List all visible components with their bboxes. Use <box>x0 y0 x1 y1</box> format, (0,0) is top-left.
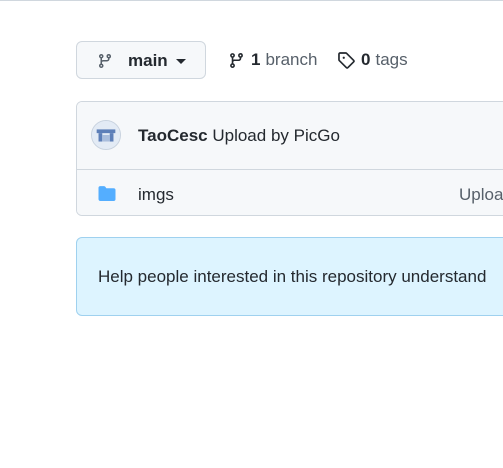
commit-message[interactable]: Upload by PicGo <box>212 126 340 145</box>
latest-commit-bar: TaoCesc Upload by PicGo <box>77 102 503 170</box>
file-commit-message[interactable]: Uploa <box>459 185 503 205</box>
branch-select-button[interactable]: main <box>76 41 206 79</box>
avatar[interactable] <box>91 120 121 150</box>
latest-commit: TaoCesc Upload by PicGo <box>138 126 340 146</box>
readme-prompt-text: Help people interested in this repositor… <box>98 267 487 286</box>
top-divider <box>0 0 503 1</box>
current-branch-name: main <box>128 51 168 70</box>
tag-label: tags <box>375 50 408 69</box>
avatar-image <box>92 121 120 149</box>
branch-label: branch <box>265 50 318 69</box>
file-browser: TaoCesc Upload by PicGo imgs Uploa <box>76 101 503 216</box>
git-branch-icon <box>230 52 243 68</box>
file-name-link[interactable]: imgs <box>138 185 174 205</box>
tag-count: 0 <box>361 50 371 69</box>
branch-count: 1 <box>251 50 261 69</box>
branches-link[interactable]: 1 branch <box>228 50 317 70</box>
commit-author[interactable]: TaoCesc <box>138 126 208 145</box>
file-row[interactable]: imgs Uploa <box>77 170 503 215</box>
tag-icon <box>338 52 355 69</box>
folder-icon <box>98 186 116 201</box>
tags-link[interactable]: 0 tags <box>337 50 408 70</box>
caret-down-icon <box>176 59 186 64</box>
readme-prompt-banner: Help people interested in this repositor… <box>76 237 503 316</box>
git-branch-icon <box>98 54 111 69</box>
